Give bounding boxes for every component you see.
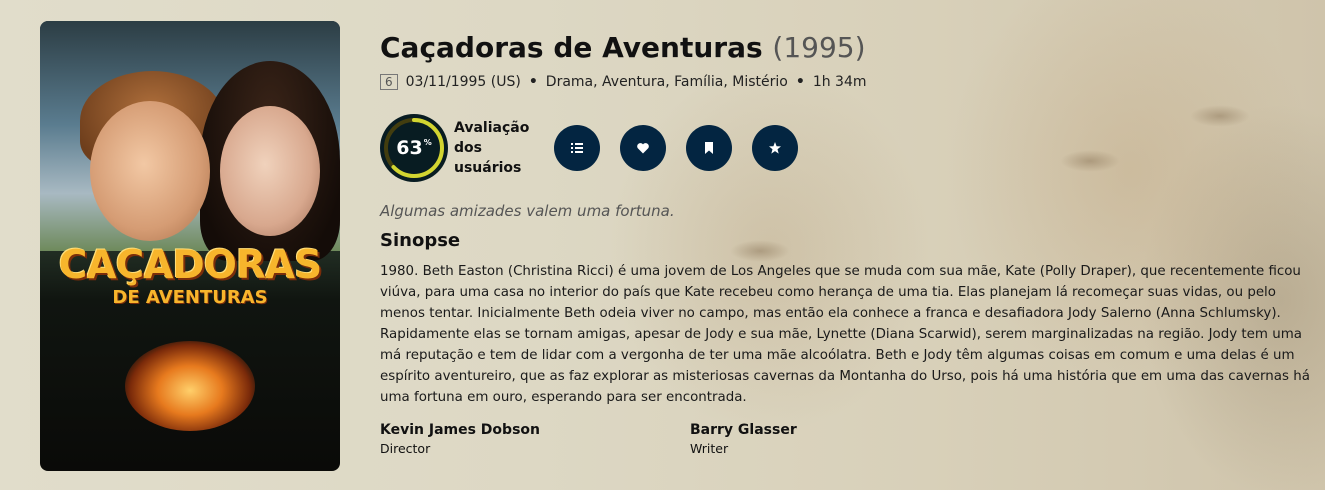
star-icon bbox=[769, 142, 781, 154]
poster-title-line1: CAÇADORAS bbox=[58, 243, 322, 288]
favorite-button[interactable] bbox=[620, 125, 666, 171]
bookmark-icon bbox=[705, 142, 713, 154]
overview-text: 1980. Beth Easton (Christina Ricci) é um… bbox=[380, 264, 1310, 405]
score-label: Avaliação dos usuários bbox=[454, 118, 534, 178]
genres[interactable]: Drama, Aventura, Família, Mistério bbox=[546, 72, 788, 92]
movie-facts: 6 03/11/1995 (US) • Drama, Aventura, Fam… bbox=[380, 72, 1315, 92]
score-label-line1: Avaliação bbox=[454, 120, 530, 136]
crew-role: Writer bbox=[690, 441, 729, 456]
separator-dot: • bbox=[795, 74, 805, 90]
crew-member: Barry Glasser Writer bbox=[690, 420, 1000, 458]
user-score-chart[interactable]: 63% bbox=[380, 114, 448, 182]
overview-heading: Sinopse bbox=[380, 230, 461, 251]
score-label-line2: dos bbox=[454, 140, 482, 156]
add-to-list-button[interactable] bbox=[554, 125, 600, 171]
runtime: 1h 34m bbox=[812, 74, 867, 90]
poster-title-line2: DE AVENTURAS bbox=[112, 287, 268, 308]
heart-icon bbox=[637, 143, 649, 154]
rate-button[interactable] bbox=[752, 125, 798, 171]
crew-list: Kevin James Dobson Director Barry Glasse… bbox=[380, 420, 1315, 458]
crew-name[interactable]: Kevin James Dobson bbox=[380, 420, 690, 440]
score-unit: % bbox=[423, 137, 432, 147]
crew-role: Director bbox=[380, 441, 431, 456]
movie-details: Caçadoras de Aventuras (1995) 6 03/11/19… bbox=[380, 30, 1315, 458]
crew-name[interactable]: Barry Glasser bbox=[690, 420, 1000, 440]
separator-dot: • bbox=[528, 74, 538, 90]
watchlist-button[interactable] bbox=[686, 125, 732, 171]
score-value: 63 bbox=[396, 137, 423, 159]
score-percent: 63% bbox=[380, 114, 448, 182]
list-icon bbox=[571, 143, 583, 153]
movie-title-row: Caçadoras de Aventuras (1995) bbox=[380, 30, 1315, 66]
tagline: Algumas amizades valem uma fortuna. bbox=[380, 202, 675, 220]
movie-title[interactable]: Caçadoras de Aventuras bbox=[380, 31, 763, 64]
actions-bar: 63% Avaliação dos usuários bbox=[380, 114, 1315, 182]
score-label-line3: usuários bbox=[454, 160, 522, 176]
release-date: 03/11/1995 (US) bbox=[405, 74, 521, 90]
movie-year: (1995) bbox=[772, 31, 866, 64]
movie-poster[interactable]: CAÇADORAS DE AVENTURAS bbox=[40, 21, 340, 471]
certification-badge: 6 bbox=[380, 74, 398, 90]
crew-member: Kevin James Dobson Director bbox=[380, 420, 690, 458]
